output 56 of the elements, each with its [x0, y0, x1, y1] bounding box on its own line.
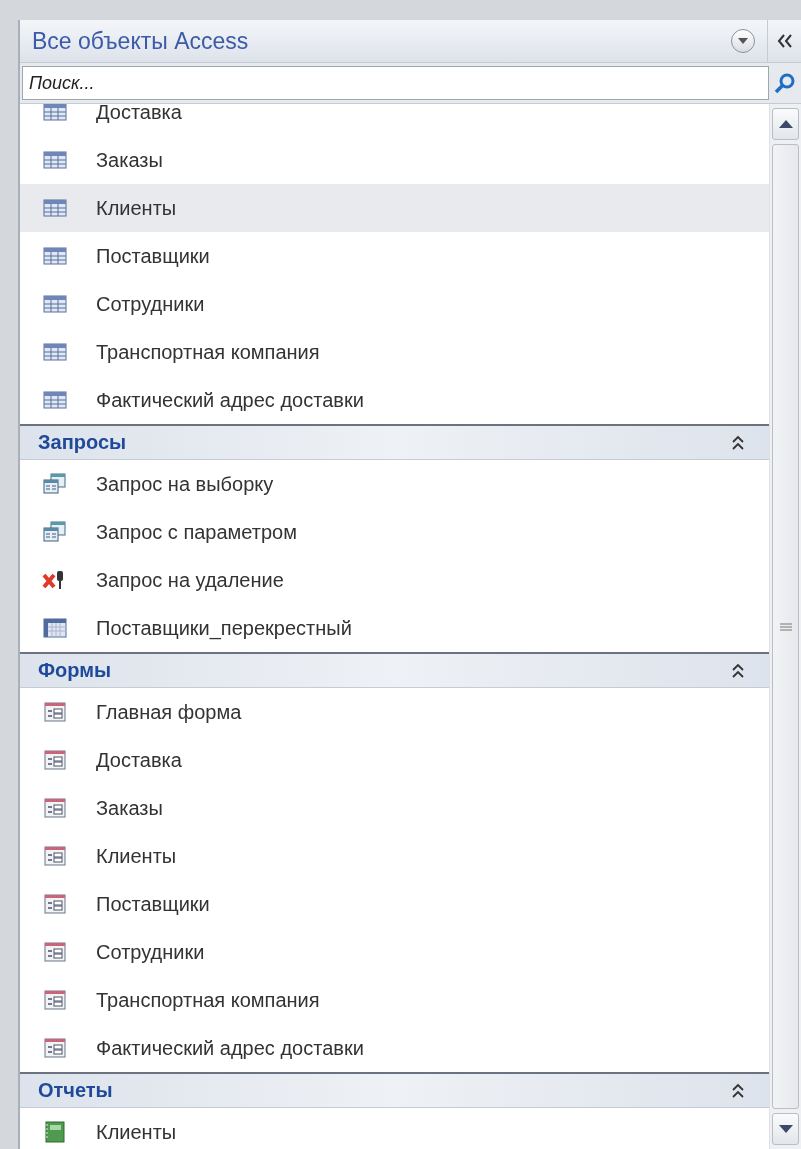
object-item[interactable]: Заказы: [20, 784, 769, 832]
object-item[interactable]: Заказы: [20, 136, 769, 184]
search-field[interactable]: Поиск...: [22, 66, 769, 100]
group-header[interactable]: Формы: [20, 652, 769, 688]
form-icon: [42, 1037, 68, 1059]
object-item[interactable]: Клиенты: [20, 184, 769, 232]
dropdown-button[interactable]: [731, 29, 755, 53]
object-item[interactable]: Транспортная компания: [20, 328, 769, 376]
table-icon: [42, 341, 68, 363]
scroll-down-button[interactable]: [772, 1113, 799, 1145]
group-header[interactable]: Запросы: [20, 424, 769, 460]
form-icon: [42, 749, 68, 771]
object-item[interactable]: Фактический адрес доставки: [20, 1024, 769, 1072]
grip-icon: [779, 622, 792, 631]
object-item[interactable]: Сотрудники: [20, 280, 769, 328]
form-icon: [42, 797, 68, 819]
object-item[interactable]: Запрос на удаление: [20, 556, 769, 604]
group-header[interactable]: Отчеты: [20, 1072, 769, 1108]
object-item[interactable]: Поставщики: [20, 232, 769, 280]
object-item[interactable]: Поставщики: [20, 880, 769, 928]
table-icon: [42, 293, 68, 315]
form-icon: [42, 893, 68, 915]
scroll-up-button[interactable]: [772, 108, 799, 140]
table-icon: [42, 245, 68, 267]
object-item[interactable]: Поставщики_перекрестный: [20, 604, 769, 652]
query-icon: [42, 473, 68, 495]
caret-down-icon: [738, 38, 748, 44]
up-triangle-icon: [778, 120, 793, 128]
down-triangle-icon: [778, 1125, 793, 1133]
object-item[interactable]: Транспортная компания: [20, 976, 769, 1024]
object-item[interactable]: Доставка: [20, 104, 769, 136]
object-item[interactable]: Клиенты: [20, 832, 769, 880]
report-icon: [42, 1121, 68, 1143]
scroll-thumb[interactable]: [772, 144, 799, 1109]
object-item[interactable]: Запрос на выборку: [20, 460, 769, 508]
crosstab-icon: [42, 617, 68, 639]
form-icon: [42, 989, 68, 1011]
table-icon: [42, 389, 68, 411]
double-chevron-left-icon: [776, 34, 793, 48]
object-item[interactable]: Главная форма: [20, 688, 769, 736]
table-icon: [42, 149, 68, 171]
query-icon: [42, 521, 68, 543]
pane-title: Все объекты Access: [32, 27, 250, 55]
form-icon: [42, 701, 68, 723]
form-icon: [42, 941, 68, 963]
search-icon: [774, 72, 796, 94]
object-item[interactable]: Доставка: [20, 736, 769, 784]
object-item[interactable]: Сотрудники: [20, 928, 769, 976]
object-item[interactable]: Клиенты: [20, 1108, 769, 1149]
table-icon: [42, 197, 68, 219]
group-title: Отчеты: [38, 1079, 113, 1102]
form-icon: [42, 845, 68, 867]
group-title: Запросы: [38, 431, 127, 454]
group-title: Формы: [38, 659, 112, 682]
object-item[interactable]: Запрос с параметром: [20, 508, 769, 556]
object-item[interactable]: Фактический адрес доставки: [20, 376, 769, 424]
